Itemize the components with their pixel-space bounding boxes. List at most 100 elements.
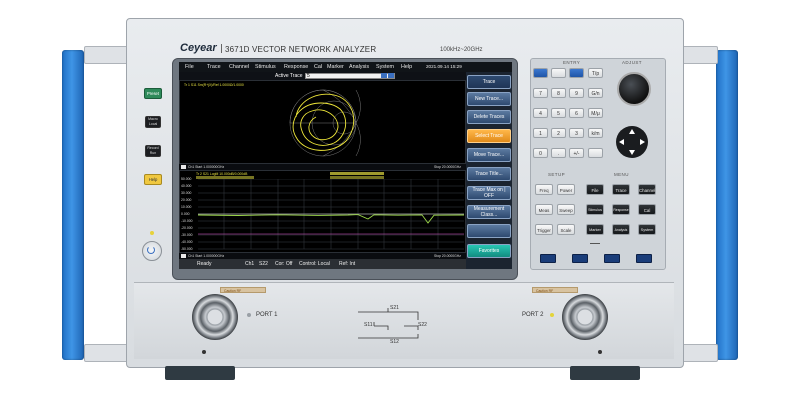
backspace-key-icon[interactable] xyxy=(569,68,584,78)
menu-file[interactable]: File xyxy=(185,62,194,72)
status-param: S22 xyxy=(259,261,268,267)
setup-key-power[interactable]: Power xyxy=(557,184,575,195)
arrow-down-icon[interactable] xyxy=(629,150,635,155)
status-ref: Ref: Int xyxy=(339,261,356,267)
menu-key-trace[interactable]: Trace xyxy=(612,184,630,195)
port2-label: PORT 2 xyxy=(522,312,544,318)
menu-key-channel[interactable]: Channel xyxy=(638,184,656,195)
left-handle-bottom-mount xyxy=(84,344,128,362)
s12-label: S12 xyxy=(390,339,399,345)
menu-key-file[interactable]: File xyxy=(586,184,604,195)
usb-port-4[interactable] xyxy=(636,254,652,263)
record-run-key[interactable]: Record Run xyxy=(145,145,161,157)
softkey-select-trace[interactable]: Select Trace xyxy=(467,129,511,143)
macro-local-key[interactable]: Macro Local xyxy=(145,116,161,128)
menu-key-stimulus[interactable]: Stimulus xyxy=(586,204,604,215)
usb-port-1[interactable] xyxy=(540,254,556,263)
port2-connector[interactable] xyxy=(562,294,608,340)
menu-title: MENU xyxy=(614,172,629,177)
brand-divider xyxy=(221,44,222,53)
setup-key-scale[interactable]: Scale xyxy=(557,224,575,235)
softkey-delete-traces[interactable]: Delete Traces xyxy=(467,110,511,124)
setup-key-sweep[interactable]: Sweep xyxy=(557,204,575,215)
softkey-trace-title-edit[interactable]: Trace Title... xyxy=(467,167,511,181)
logmag-window[interactable]: Tr 2 S21 LogM 10.000dB/0.000dB 50.000 40… xyxy=(179,170,466,253)
windows-key-icon[interactable] xyxy=(533,68,548,78)
logmag-y-tick: 0.000 xyxy=(181,212,190,216)
help-key[interactable]: Help xyxy=(144,174,162,185)
datetime: 2021.09.14 15:29 xyxy=(426,64,462,69)
num-key-8[interactable]: 8 xyxy=(551,88,566,98)
num-key-0[interactable]: 0 xyxy=(533,148,548,158)
menu-key-system[interactable]: System xyxy=(638,224,656,235)
logmag-y-tick: 20.000 xyxy=(181,198,192,202)
arrow-right-icon[interactable] xyxy=(640,139,645,145)
left-foot xyxy=(165,366,235,380)
port1-connector[interactable] xyxy=(192,294,238,340)
setup-key-meas[interactable]: Meas xyxy=(535,204,553,215)
softkey-move-trace[interactable]: Move Trace... xyxy=(467,148,511,162)
window2-start: Ch1 Start 1.000000GHz xyxy=(188,254,225,258)
logmag-y-tick: 30.000 xyxy=(181,191,192,195)
softkey-favorites[interactable]: Favorites xyxy=(467,244,511,258)
menu-key-analysis[interactable]: Analysis xyxy=(612,224,630,235)
menu-key-marker[interactable]: Marker xyxy=(586,224,604,235)
num-key-7[interactable]: 7 xyxy=(533,88,548,98)
port2-led xyxy=(550,313,554,317)
softkey-empty[interactable] xyxy=(467,224,511,238)
menu-cal[interactable]: Cal xyxy=(314,62,322,72)
logmag-y-tick: -20.000 xyxy=(181,226,193,230)
softkey-new-trace[interactable]: New Trace... xyxy=(467,92,511,106)
logmag-plot xyxy=(198,179,464,250)
menu-marker[interactable]: Marker xyxy=(327,62,344,72)
menu-response[interactable]: Response xyxy=(284,62,308,72)
arrow-up-icon[interactable] xyxy=(629,129,635,134)
trace-prev-arrow-icon[interactable] xyxy=(381,73,387,78)
num-key-9[interactable]: 9 xyxy=(569,88,584,98)
menu-key-response[interactable]: Response xyxy=(612,204,630,215)
num-key-6[interactable]: 6 xyxy=(569,108,584,118)
logmag-marker-readout-a xyxy=(330,172,384,175)
num-key-4[interactable]: 4 xyxy=(533,108,548,118)
menu-analysis[interactable]: Analysis xyxy=(349,62,369,72)
menu-trace[interactable]: Trace xyxy=(207,62,221,72)
num-key-1[interactable]: 1 xyxy=(533,128,548,138)
num-key-3[interactable]: 3 xyxy=(569,128,584,138)
num-key-sign[interactable]: +/- xyxy=(569,148,584,158)
active-trace-label: Active Trace xyxy=(275,73,303,79)
logmag-y-tick: 50.000 xyxy=(181,177,192,181)
unit-key-m[interactable]: M/μ xyxy=(588,108,603,118)
rotary-knob[interactable] xyxy=(617,72,651,106)
menu-system[interactable]: System xyxy=(376,62,394,72)
status-bar: Ready Ch1 S22 Cor: Off Control: Local Re… xyxy=(179,259,466,269)
menu-key-cal[interactable]: Cal xyxy=(638,204,656,215)
keyboard-key-icon[interactable] xyxy=(551,68,566,78)
trace-next-arrow-icon[interactable] xyxy=(388,73,394,78)
num-key-dot[interactable]: . xyxy=(551,148,566,158)
smith-chart-window[interactable]: Tr 1 S11 Sm(R+jX)/Ref 1.0000Ω/1.0000 xyxy=(179,80,466,164)
usb-port-2[interactable] xyxy=(572,254,588,263)
softkey-trace-max[interactable]: Trace Max on | OFF xyxy=(467,186,511,200)
unit-key-t[interactable]: T/p xyxy=(588,68,603,78)
usb-icon xyxy=(590,243,600,247)
window1-channel-chip xyxy=(181,165,186,169)
usb-port-3[interactable] xyxy=(604,254,620,263)
softkey-measurement-class[interactable]: Measurement Class... xyxy=(467,205,511,219)
preset-key[interactable]: Preset xyxy=(144,88,162,99)
setup-key-trigger[interactable]: Trigger xyxy=(535,224,553,235)
smith-chart xyxy=(289,89,361,157)
num-key-2[interactable]: 2 xyxy=(551,128,566,138)
window2-channel-chip xyxy=(181,254,186,258)
unit-key-k[interactable]: k/m xyxy=(588,128,603,138)
num-key-5[interactable]: 5 xyxy=(551,108,566,118)
menu-channel[interactable]: Channel xyxy=(229,62,249,72)
status-control: Control: Local xyxy=(299,261,330,267)
right-foot xyxy=(570,366,640,380)
menu-stimulus[interactable]: Stimulus xyxy=(255,62,276,72)
unit-key-g[interactable]: G/n xyxy=(588,88,603,98)
menu-help[interactable]: Help xyxy=(401,62,412,72)
port1-led xyxy=(247,313,251,317)
setup-key-freq[interactable]: Freq xyxy=(535,184,553,195)
enter-key-icon[interactable] xyxy=(588,148,603,158)
arrow-left-icon[interactable] xyxy=(619,139,624,145)
